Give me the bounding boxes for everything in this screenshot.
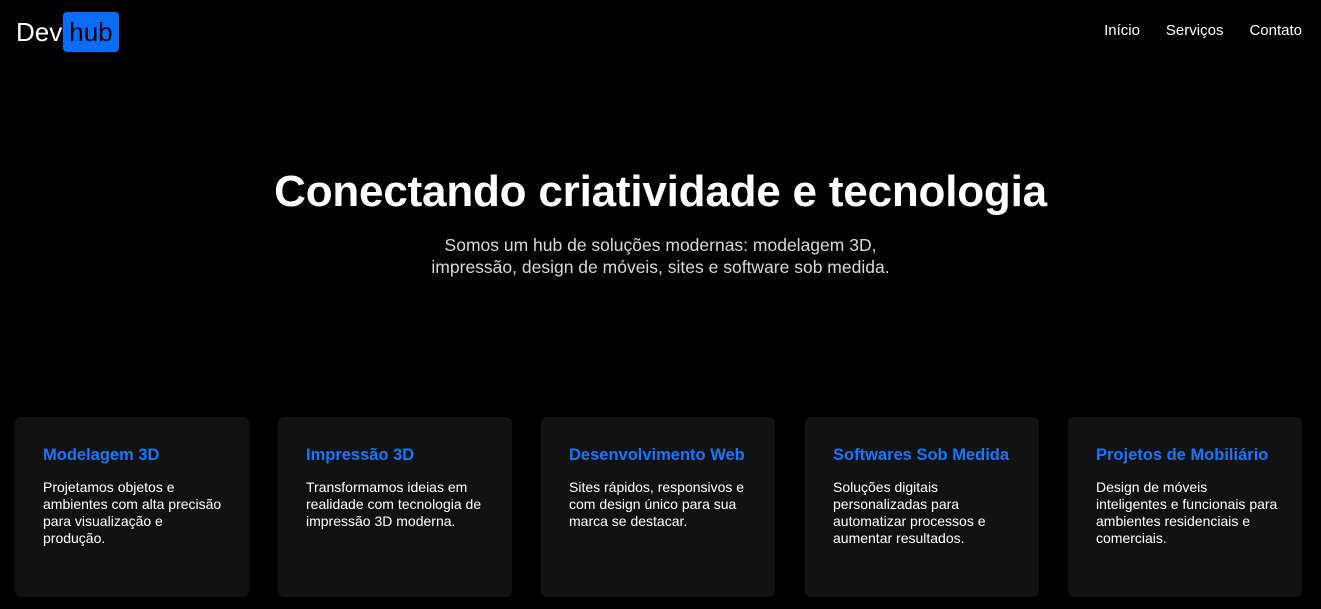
page: Dev hub Início Serviços Contato Conectan…	[0, 0, 1321, 609]
service-card-description: Sites rápidos, responsivos e com design …	[569, 479, 745, 529]
service-card-title: Desenvolvimento Web	[569, 446, 745, 464]
hero-subtitle: Somos um hub de soluções modernas: model…	[431, 235, 890, 277]
hero-section: Conectando criatividade e tecnologia Som…	[0, 164, 1321, 278]
site-header: Dev hub Início Serviços Contato	[0, 0, 1321, 66]
nav-link-servicos[interactable]: Serviços	[1166, 22, 1224, 39]
service-card-modelagem-3d[interactable]: Modelagem 3D Projetamos objetos e ambien…	[15, 417, 249, 597]
service-card-description: Soluções digitais personalizadas para au…	[833, 479, 986, 546]
service-card-description: Transformamos ideias em realidade com te…	[306, 479, 482, 529]
services-section: Modelagem 3D Projetamos objetos e ambien…	[15, 417, 1302, 597]
hero-title: Conectando criatividade e tecnologia	[274, 167, 1047, 216]
nav-link-inicio[interactable]: Início	[1104, 22, 1140, 39]
service-card-desenvolvimento-web[interactable]: Desenvolvimento Web Sites rápidos, respo…	[541, 417, 775, 597]
service-card-description: Projetamos objetos e ambientes com alta …	[43, 479, 222, 546]
service-card-title: Projetos de Mobiliário	[1096, 446, 1269, 464]
main-nav: Início Serviços Contato	[1104, 22, 1302, 39]
logo-text-hub: hub	[63, 12, 119, 52]
service-card-title: Softwares Sob Medida	[833, 446, 1010, 464]
service-card-title: Impressão 3D	[306, 446, 415, 464]
service-card-title: Modelagem 3D	[43, 446, 160, 464]
service-card-projetos-de-mobiliario[interactable]: Projetos de Mobiliário Design de móveis …	[1068, 417, 1302, 597]
service-card-description: Design de móveis inteligentes e funciona…	[1096, 479, 1278, 546]
service-card-impressao-3d[interactable]: Impressão 3D Transformamos ideias em rea…	[278, 417, 512, 597]
nav-link-contato[interactable]: Contato	[1249, 22, 1302, 39]
logo-text-dev: Dev	[16, 17, 63, 47]
service-card-softwares-sob-medida[interactable]: Softwares Sob Medida Soluções digitais p…	[805, 417, 1039, 597]
logo[interactable]: Dev hub	[16, 12, 119, 52]
